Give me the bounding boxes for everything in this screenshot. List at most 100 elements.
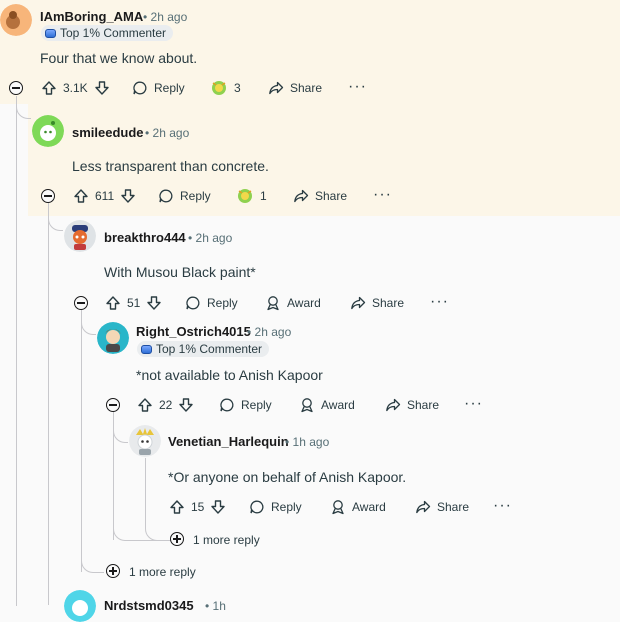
thread-curve-5 <box>145 510 170 541</box>
vote-controls: 611 <box>73 186 136 206</box>
reply-icon <box>186 296 200 310</box>
vote-count: 3.1K <box>63 81 88 95</box>
downvote-icon[interactable] <box>146 295 162 311</box>
avatar[interactable] <box>64 220 96 252</box>
award-outline-icon <box>301 398 313 413</box>
username[interactable]: Venetian_Harlequin <box>168 434 289 449</box>
award-count-button[interactable]: 3 <box>210 78 241 98</box>
award-icon <box>238 189 252 203</box>
badge-icon <box>141 344 152 354</box>
thread-curve-2 <box>48 200 63 231</box>
vote-count: 51 <box>127 296 141 310</box>
comment-body: With Musou Black paint* <box>104 264 256 280</box>
upvote-icon[interactable] <box>41 80 57 96</box>
vote-controls: 51 <box>105 293 162 313</box>
avatar[interactable] <box>0 4 32 36</box>
more-options-button[interactable]: ··· <box>464 396 483 412</box>
vote-count: 22 <box>159 398 173 412</box>
thread-curve-1 <box>16 96 31 119</box>
vote-controls: 15 <box>169 497 226 517</box>
award-button[interactable]: Award <box>299 395 355 415</box>
collapse-thread-button[interactable] <box>9 81 23 95</box>
share-button[interactable]: Share <box>385 395 439 415</box>
upvote-icon[interactable] <box>169 499 185 515</box>
reply-icon <box>159 189 173 203</box>
username[interactable]: Nrdstsmd0345 <box>104 598 194 613</box>
username[interactable]: IAmBoring_AMA <box>40 9 143 24</box>
comment-body: *not available to Anish Kapoor <box>136 367 323 383</box>
share-button[interactable]: Share <box>293 186 347 206</box>
share-icon <box>269 81 284 95</box>
collapse-thread-button[interactable] <box>41 189 55 203</box>
avatar[interactable] <box>32 115 64 147</box>
comment-body: Less transparent than concrete. <box>72 158 269 174</box>
avatar[interactable] <box>129 425 161 457</box>
top-commenter-badge: Top 1% Commenter <box>41 25 174 41</box>
downvote-icon[interactable] <box>94 80 110 96</box>
thread-curve-3 <box>81 306 96 335</box>
avatar[interactable] <box>97 322 129 354</box>
upvote-icon[interactable] <box>137 397 153 413</box>
downvote-icon[interactable] <box>120 188 136 204</box>
reply-button[interactable]: Reply <box>158 186 211 206</box>
thread-curve-3b <box>81 540 104 573</box>
reply-icon <box>133 81 147 95</box>
comment-body: Four that we know about. <box>40 50 198 66</box>
share-button[interactable]: Share <box>268 78 322 98</box>
award-icon <box>212 81 226 95</box>
comment-body: *Or anyone on behalf of Anish Kapoor. <box>168 469 407 485</box>
reply-button[interactable]: Reply <box>132 78 185 98</box>
thread-line-2 <box>48 200 49 605</box>
more-options-button[interactable]: ··· <box>493 498 512 514</box>
expand-replies-icon[interactable] <box>170 532 184 546</box>
more-options-button[interactable]: ··· <box>430 294 449 310</box>
downvote-icon[interactable] <box>178 397 194 413</box>
timestamp: • 2h ago <box>247 325 292 339</box>
share-icon <box>416 500 431 514</box>
reply-icon <box>220 398 234 412</box>
share-icon <box>294 189 309 203</box>
thread-line-1 <box>16 96 17 606</box>
username[interactable]: smileedude <box>72 125 144 140</box>
more-options-button[interactable]: ··· <box>348 79 367 95</box>
downvote-icon[interactable] <box>210 499 226 515</box>
reply-button[interactable]: Reply <box>219 395 272 415</box>
username[interactable]: breakthro444 <box>104 230 186 245</box>
vote-controls: 3.1K <box>41 78 110 98</box>
more-replies-link[interactable]: 1 more reply <box>129 565 196 579</box>
timestamp: • 2h ago <box>188 231 233 245</box>
more-options-button[interactable]: ··· <box>373 187 392 203</box>
expand-replies-icon[interactable] <box>106 564 120 578</box>
upvote-icon[interactable] <box>73 188 89 204</box>
share-button[interactable]: Share <box>415 497 469 517</box>
timestamp: • 2h ago <box>145 126 190 140</box>
avatar[interactable] <box>64 590 96 622</box>
collapse-thread-button[interactable] <box>106 398 120 412</box>
thread-line-5 <box>145 458 146 518</box>
upvote-icon[interactable] <box>105 295 121 311</box>
top-commenter-badge: Top 1% Commenter <box>137 341 270 357</box>
share-icon <box>386 398 401 412</box>
share-icon <box>351 296 366 310</box>
timestamp: • 1h ago <box>285 435 330 449</box>
award-button[interactable]: Award <box>265 293 321 313</box>
reply-button[interactable]: Reply <box>249 497 302 517</box>
timestamp: • 2h ago <box>143 10 188 24</box>
award-button[interactable]: Award <box>330 497 386 517</box>
award-count-button[interactable]: 1 <box>236 186 267 206</box>
award-outline-icon <box>267 296 279 311</box>
award-outline-icon <box>332 500 344 515</box>
share-button[interactable]: Share <box>350 293 404 313</box>
reply-icon <box>250 500 264 514</box>
reply-button[interactable]: Reply <box>185 293 238 313</box>
badge-icon <box>45 28 56 38</box>
vote-count: 611 <box>95 189 115 203</box>
thread-line-3 <box>81 306 82 572</box>
vote-count: 15 <box>191 500 205 514</box>
vote-controls: 22 <box>137 395 194 415</box>
thread-curve-4 <box>113 410 128 443</box>
username[interactable]: Right_Ostrich4015 <box>136 324 251 339</box>
timestamp: • 1h <box>205 599 226 613</box>
more-replies-link[interactable]: 1 more reply <box>193 533 260 547</box>
collapse-thread-button[interactable] <box>74 296 88 310</box>
